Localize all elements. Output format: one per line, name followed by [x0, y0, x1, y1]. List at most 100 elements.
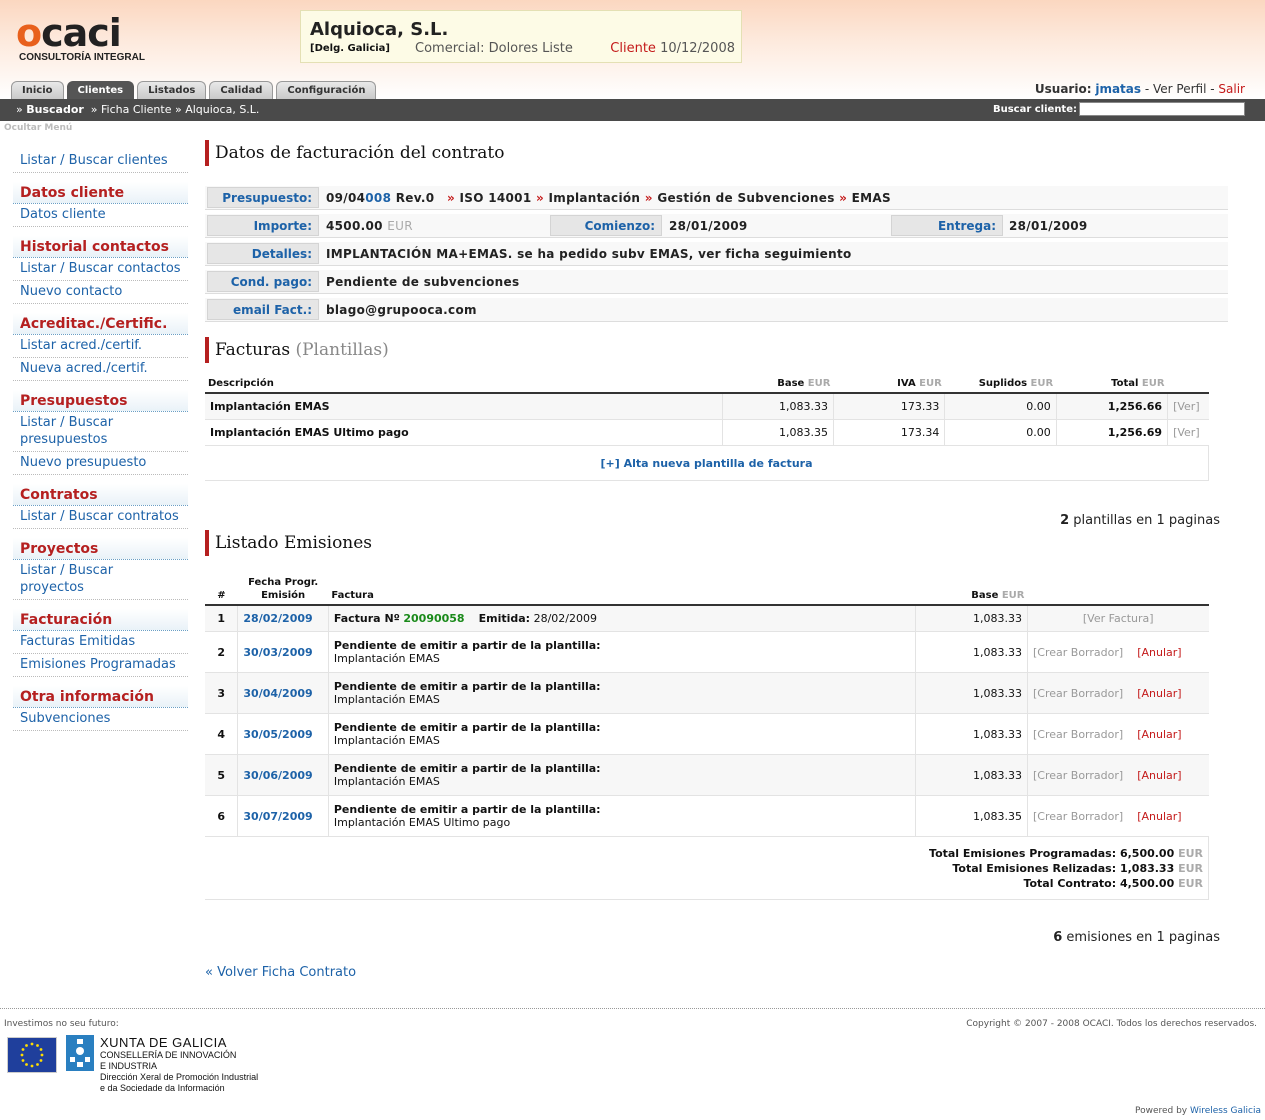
sidebar-listar-clientes[interactable]: Listar / Buscar clientes [13, 150, 188, 173]
xunta-text: XUNTA DE GALICIA CONSELLERÍA DE INNOVACI… [100, 1035, 259, 1093]
comercial: Comercial: Dolores Liste [415, 41, 573, 56]
breadcrumb-bar: » Buscador » Ficha Cliente » Alquioca, S… [0, 99, 1265, 121]
facturas-title: Facturas (Plantillas) [205, 337, 1215, 363]
col-descripcion: Descripción [205, 375, 723, 394]
header: ocaci CONSULTORÍA INTEGRAL Alquioca, S.L… [0, 0, 1265, 99]
main-tabs: Inicio Clientes Listados Calidad Configu… [11, 81, 379, 99]
emision-num: 1 [205, 605, 239, 632]
total-programadas: Total Emisiones Programadas: 6,500.00 EU… [929, 846, 1203, 860]
ver-link[interactable]: [Ver] [1167, 419, 1209, 446]
emision-fecha[interactable]: 30/05/2009 [237, 713, 329, 755]
entrega-label: Entrega: [891, 215, 1003, 236]
col-fecha: Fecha Progr. Emisión [237, 574, 329, 606]
client-info-box: Alquioca, S.L. [Delg. Galicia] Comercial… [300, 10, 742, 63]
sidebar-facturas-emitidas[interactable]: Facturas Emitidas [13, 631, 188, 654]
sidebar-subvenciones[interactable]: Subvenciones [13, 708, 188, 731]
sidebar-listar-acred[interactable]: Listar acred./certif. [13, 335, 188, 358]
anular-link[interactable]: [Anular] [1137, 728, 1181, 741]
tab-clientes[interactable]: Clientes [66, 81, 135, 99]
factura-iva: 173.33 [833, 393, 946, 420]
anular-link[interactable]: [Anular] [1137, 769, 1181, 782]
sidebar-emisiones-programadas[interactable]: Emisiones Programadas [13, 654, 188, 677]
sidebar-nueva-acred[interactable]: Nueva acred./certif. [13, 358, 188, 381]
col-factura: Factura [328, 574, 916, 606]
salir-link[interactable]: Salir [1218, 82, 1245, 96]
sidebar-heading-datos: Datos cliente [13, 182, 188, 204]
table-row: Implantación EMAS 1,083.33 173.33 0.00 1… [205, 393, 1209, 420]
user-name-link[interactable]: jmatas [1095, 82, 1141, 96]
ver-perfil-link[interactable]: Ver Perfil [1153, 82, 1206, 96]
email-label: email Fact.: [207, 299, 319, 320]
sidebar-listar-contactos[interactable]: Listar / Buscar contactos [13, 258, 188, 281]
emision-actions: [Crear Borrador] [Anular] [1027, 754, 1209, 796]
table-row: 6 30/07/2009 Pendiente de emitir a parti… [205, 795, 1209, 837]
copyright: Copyright © 2007 - 2008 OCACI. Todos los… [966, 1019, 1257, 1029]
hide-menu-link[interactable]: Ocultar Menú [4, 123, 72, 133]
crear-borrador-link[interactable]: [Crear Borrador] [1033, 728, 1123, 741]
emisiones-table-wrap: # Fecha Progr. Emisión Factura Base EUR 1… [205, 574, 1209, 900]
factura-iva: 173.34 [833, 419, 946, 446]
ver-link[interactable]: [Ver] [1167, 393, 1209, 420]
emision-fecha[interactable]: 30/04/2009 [237, 672, 329, 714]
tab-configuracion[interactable]: Configuración [276, 81, 377, 99]
plantillas-pagination: 2 plantillas en 1 paginas [1060, 513, 1220, 528]
table-row: [+] Alta nueva plantilla de factura [205, 445, 1209, 481]
emision-num: 3 [205, 672, 239, 714]
sidebar-heading-historial: Historial contactos [13, 236, 188, 258]
factura-base: 1,083.35 [722, 419, 834, 446]
alta-plantilla-cell: [+] Alta nueva plantilla de factura [205, 445, 1209, 481]
comienzo-value: 28/01/2009 [669, 219, 748, 233]
emisiones-table: # Fecha Progr. Emisión Factura Base EUR 1… [205, 574, 1209, 900]
tab-inicio[interactable]: Inicio [11, 81, 64, 99]
ver-factura-link[interactable]: [Ver Factura] [1027, 605, 1209, 632]
search-client-input[interactable] [1079, 102, 1245, 116]
sidebar-listar-presupuestos[interactable]: Listar / Buscar presupuestos [13, 412, 188, 452]
crear-borrador-link[interactable]: [Crear Borrador] [1033, 646, 1123, 659]
crear-borrador-link[interactable]: [Crear Borrador] [1033, 810, 1123, 823]
tab-calidad[interactable]: Calidad [209, 81, 274, 99]
col-action [1167, 375, 1209, 394]
emision-fecha[interactable]: 30/07/2009 [237, 795, 329, 837]
breadcrumb-buscador[interactable]: Buscador [26, 103, 84, 116]
emision-base: 1,083.33 [915, 605, 1029, 632]
emision-actions: [Crear Borrador] [Anular] [1027, 631, 1209, 673]
sidebar-datos-cliente[interactable]: Datos cliente [13, 204, 188, 227]
presupuesto-value[interactable]: 09/04008 Rev.0 [326, 186, 434, 209]
datos-title: Datos de facturación del contrato [205, 140, 1230, 166]
col-base: Base EUR [722, 375, 834, 394]
emision-fecha[interactable]: 30/06/2009 [237, 754, 329, 796]
emision-base: 1,083.33 [915, 713, 1029, 755]
wireless-galicia-link[interactable]: Wireless Galicia [1190, 1106, 1261, 1116]
importe-label: Importe: [207, 215, 319, 236]
crear-borrador-link[interactable]: [Crear Borrador] [1033, 687, 1123, 700]
email-value: blago@grupooca.com [326, 303, 477, 317]
emision-factura: Pendiente de emitir a partir de la plant… [328, 713, 916, 755]
sidebar-listar-proyectos[interactable]: Listar / Buscar proyectos [13, 560, 188, 600]
row-presupuesto: Presupuesto: 09/04008 Rev.0 » ISO 14001 … [205, 186, 1228, 210]
volver-ficha-contrato-link[interactable]: « Volver Ficha Contrato [205, 965, 356, 980]
comienzo-label: Comienzo: [550, 215, 662, 236]
alta-plantilla-link[interactable]: [+] Alta nueva plantilla de factura [601, 457, 813, 470]
anular-link[interactable]: [Anular] [1137, 810, 1181, 823]
sidebar-heading-proyectos: Proyectos [13, 538, 188, 560]
sidebar-listar-contratos[interactable]: Listar / Buscar contratos [13, 506, 188, 529]
emisiones-pagination: 6 emisiones en 1 paginas [1053, 930, 1220, 945]
sidebar-nuevo-contacto[interactable]: Nuevo contacto [13, 281, 188, 304]
tab-listados[interactable]: Listados [137, 81, 207, 99]
ocaci-logo[interactable]: ocaci CONSULTORÍA INTEGRAL [16, 14, 146, 64]
sidebar-heading-contratos: Contratos [13, 484, 188, 506]
emision-num: 2 [205, 631, 239, 673]
sidebar-heading-otra: Otra información [13, 686, 188, 708]
anular-link[interactable]: [Anular] [1137, 646, 1181, 659]
datos-facturacion: Presupuesto: 09/04008 Rev.0 » ISO 14001 … [205, 186, 1228, 326]
col-num: # [205, 574, 238, 606]
emision-fecha[interactable]: 28/02/2009 [237, 605, 329, 632]
anular-link[interactable]: [Anular] [1137, 687, 1181, 700]
sidebar-nuevo-presupuesto[interactable]: Nuevo presupuesto [13, 452, 188, 475]
breadcrumb-ficha-cliente[interactable]: » Ficha Cliente [91, 103, 172, 116]
factura-desc: Implantación EMAS Ultimo pago [205, 419, 723, 446]
crear-borrador-link[interactable]: [Crear Borrador] [1033, 769, 1123, 782]
emision-fecha[interactable]: 30/03/2009 [237, 631, 329, 673]
col-total: Total EUR [1056, 375, 1168, 394]
main-content: Datos de facturación del contrato Presup… [205, 140, 1230, 980]
